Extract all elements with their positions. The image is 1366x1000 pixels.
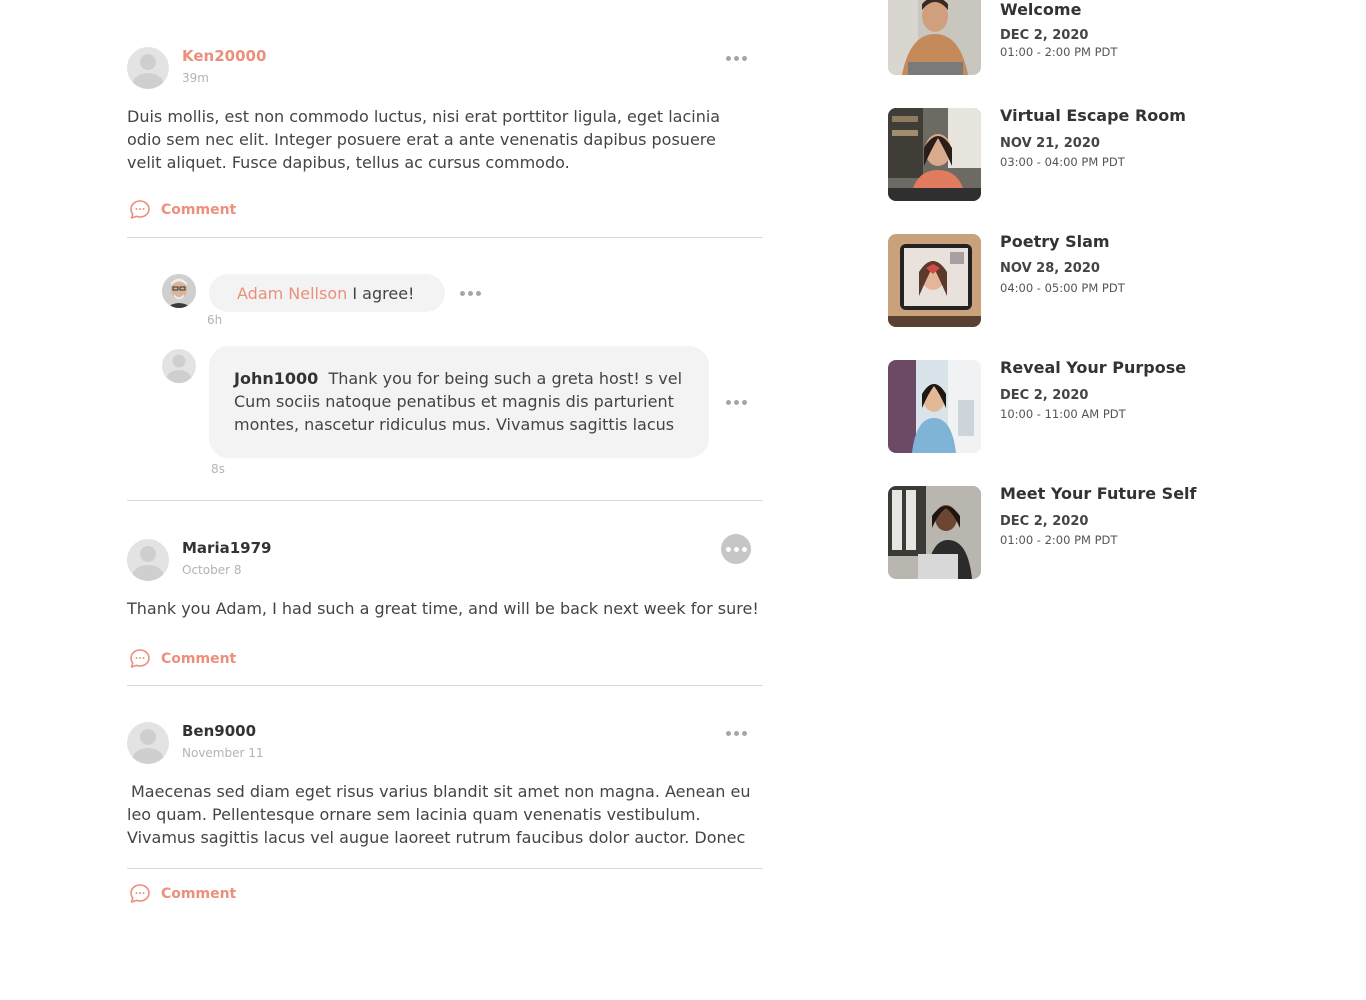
event-photo-icon [888, 486, 981, 579]
event-time: 01:00 - 2:00 PM PDT [1000, 533, 1118, 547]
event-time: 10:00 - 11:00 AM PDT [1000, 407, 1126, 421]
post-body: Thank you Adam, I had such a great time,… [127, 599, 759, 618]
event-thumbnail[interactable] [888, 360, 981, 453]
reply-username[interactable]: John1000 [234, 369, 318, 388]
event-title[interactable]: Reveal Your Purpose [1000, 358, 1186, 377]
more-dots-icon [459, 290, 465, 296]
more-options-button[interactable] [721, 534, 751, 564]
reply-username[interactable]: Adam Nellson [237, 284, 347, 303]
reply-timestamp: 8s [211, 462, 225, 476]
event-date: NOV 28, 2020 [1000, 261, 1100, 276]
event-time: 01:00 - 2:00 PM PDT [1000, 45, 1118, 59]
event-date: NOV 21, 2020 [1000, 136, 1100, 151]
event-thumbnail[interactable] [888, 486, 981, 579]
event-title[interactable]: Meet Your Future Self [1000, 484, 1197, 503]
event-time: 04:00 - 05:00 PM PDT [1000, 281, 1125, 295]
more-dots-icon [725, 546, 731, 552]
post-timestamp: October 8 [182, 563, 242, 577]
more-options-button[interactable] [724, 52, 748, 64]
divider [127, 500, 763, 501]
person-photo-icon [162, 274, 196, 308]
reply-avatar[interactable] [162, 274, 196, 308]
divider [127, 685, 763, 686]
post-username[interactable]: Ben9000 [182, 722, 256, 740]
reply-content: John1000 Thank you for being such a gret… [234, 367, 694, 436]
avatar[interactable] [127, 722, 169, 764]
event-title[interactable]: Virtual Escape Room [1000, 106, 1186, 125]
post-body: Duis mollis, est non commodo luctus, nis… [127, 107, 721, 172]
reply-content: Adam Nellson I agree! [237, 282, 414, 305]
comment-button[interactable]: Comment [128, 882, 236, 906]
comment-label: Comment [161, 651, 237, 667]
comment-button[interactable]: Comment [128, 198, 236, 222]
comment-label: Comment [161, 202, 237, 218]
event-date: DEC 2, 2020 [1000, 388, 1089, 403]
avatar[interactable] [127, 47, 169, 89]
default-avatar-icon [132, 729, 164, 764]
post-timestamp: November 11 [182, 746, 264, 760]
post-username[interactable]: Maria1979 [182, 539, 271, 557]
event-thumbnail[interactable] [888, 0, 981, 75]
reply-timestamp: 6h [207, 313, 223, 327]
reply-more-options-button[interactable] [724, 396, 748, 408]
event-date: DEC 2, 2020 [1000, 514, 1089, 529]
event-time: 03:00 - 04:00 PM PDT [1000, 155, 1125, 169]
divider [127, 237, 763, 238]
default-avatar-icon [132, 54, 164, 89]
more-dots-icon [725, 730, 731, 736]
chat-bubble-icon [130, 884, 150, 903]
event-photo-icon [888, 360, 981, 453]
more-dots-icon [725, 55, 731, 61]
reply-more-options-button[interactable] [458, 287, 482, 299]
event-date: DEC 2, 2020 [1000, 28, 1089, 43]
comment-button[interactable]: Comment [128, 647, 236, 671]
more-options-button[interactable] [724, 727, 748, 739]
event-thumbnail[interactable] [888, 108, 981, 201]
post-timestamp: 39m [182, 71, 209, 85]
event-photo-icon [888, 0, 981, 75]
chat-bubble-icon [130, 200, 150, 219]
more-dots-icon [725, 399, 731, 405]
event-photo-icon [888, 234, 981, 327]
comment-label: Comment [161, 886, 237, 902]
avatar[interactable] [127, 539, 169, 581]
reply-text: I agree! [352, 284, 415, 303]
default-avatar-icon [166, 354, 192, 383]
event-title[interactable]: Poetry Slam [1000, 232, 1110, 251]
divider [127, 868, 763, 869]
event-title[interactable]: Welcome [1000, 0, 1081, 19]
event-photo-icon [888, 108, 981, 201]
default-avatar-icon [132, 546, 164, 581]
chat-bubble-icon [130, 649, 150, 668]
post-body: Maecenas sed diam eget risus varius blan… [127, 782, 751, 847]
post-username[interactable]: Ken20000 [182, 47, 266, 65]
event-thumbnail[interactable] [888, 234, 981, 327]
reply-avatar[interactable] [162, 349, 196, 383]
